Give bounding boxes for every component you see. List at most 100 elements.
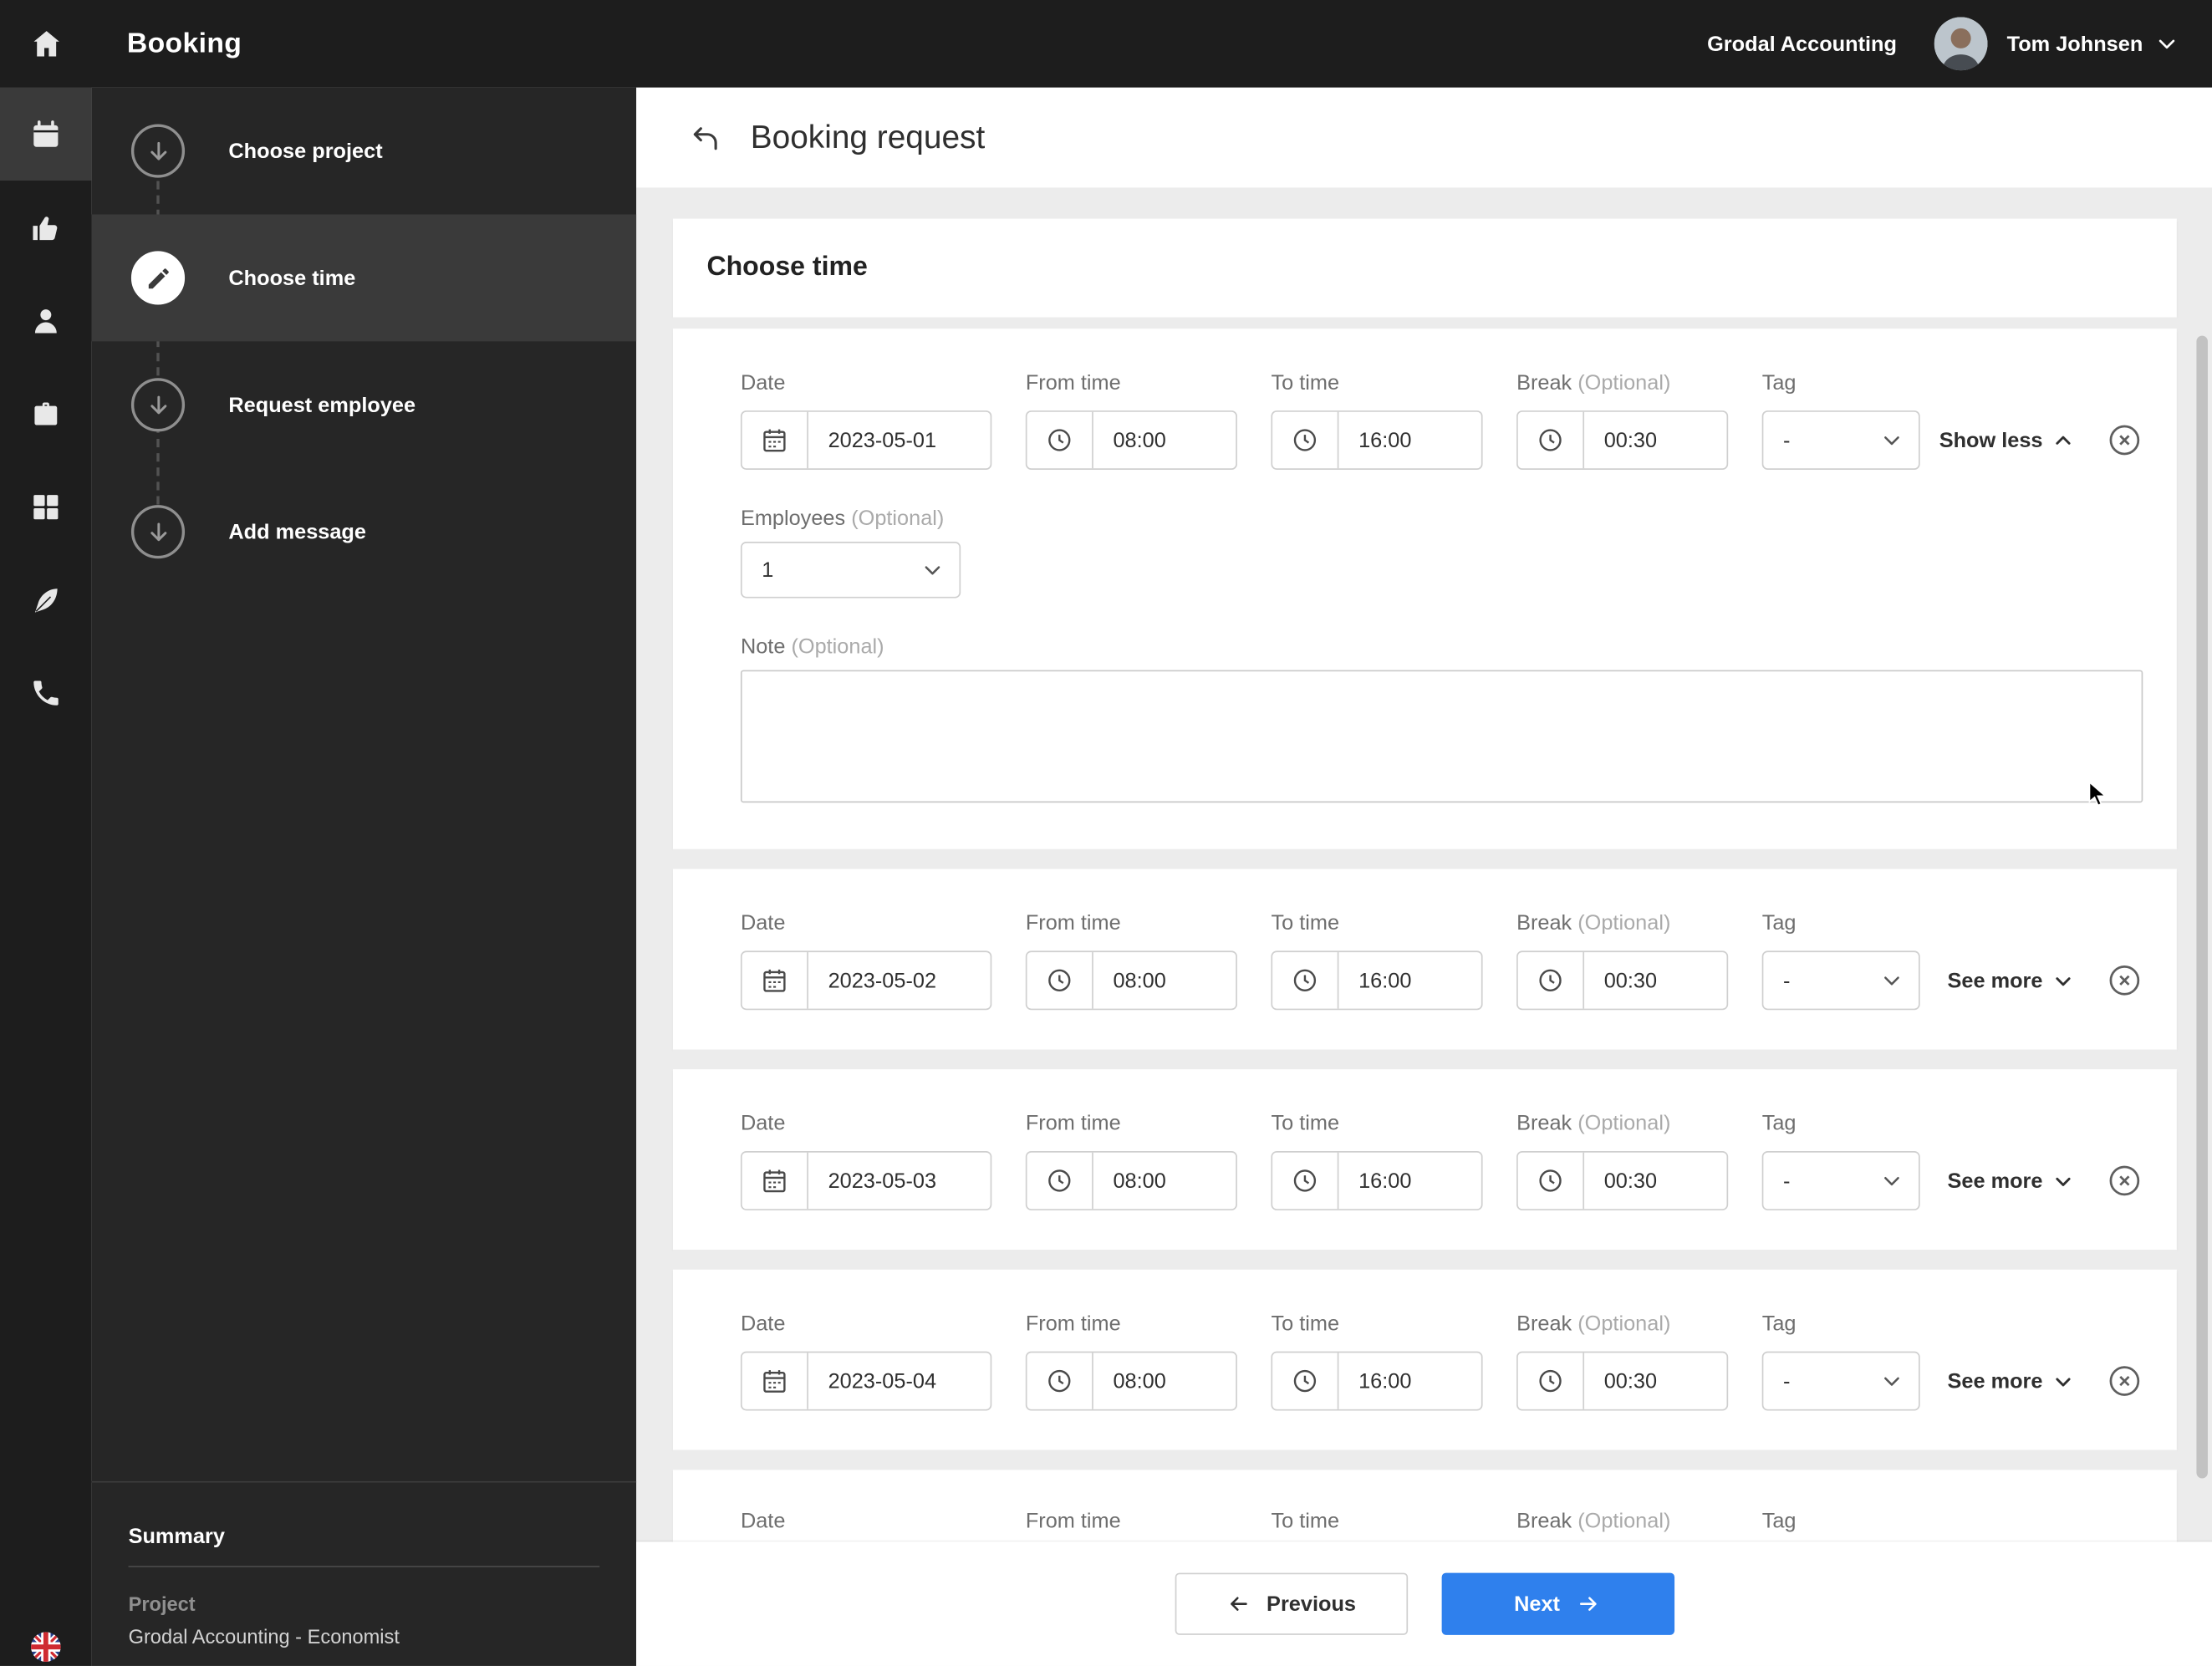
- to-time-value: 16:00: [1358, 428, 1412, 452]
- from-time-input[interactable]: 08:00: [1025, 950, 1237, 1011]
- step-label: Request employee: [228, 392, 416, 417]
- language-button[interactable]: [0, 1631, 92, 1663]
- clock-icon: [1518, 952, 1585, 1009]
- remove-row-button[interactable]: [2106, 422, 2143, 459]
- step-request-employee[interactable]: Request employee: [92, 341, 636, 468]
- user-name[interactable]: Tom Johnsen: [2007, 32, 2143, 56]
- break-input[interactable]: 00:30: [1516, 1151, 1729, 1210]
- break-label: Break: [1516, 370, 1572, 395]
- phone-icon: [33, 680, 59, 705]
- chevron-down-icon: [2158, 39, 2175, 49]
- rail-item-projects[interactable]: [0, 367, 92, 460]
- company-name[interactable]: Grodal Accounting: [1707, 32, 1897, 56]
- see-more-toggle[interactable]: See more: [1948, 968, 2076, 992]
- from-time-label: From time: [1025, 1509, 1121, 1534]
- remove-row-button[interactable]: [2106, 962, 2143, 999]
- optional-label: (Optional): [791, 634, 884, 660]
- home-button[interactable]: [0, 0, 92, 88]
- chevron-down-icon: [1884, 976, 1899, 986]
- to-time-input[interactable]: 16:00: [1271, 410, 1483, 470]
- from-time-input[interactable]: 08:00: [1025, 1151, 1237, 1210]
- from-time-value: 08:00: [1113, 968, 1166, 993]
- chevron-down-icon: [925, 566, 940, 575]
- to-time-input[interactable]: 16:00: [1271, 950, 1483, 1011]
- to-time-input[interactable]: 16:00: [1271, 1351, 1483, 1411]
- rail-item-calendar[interactable]: [0, 87, 92, 181]
- clock-icon: [1272, 952, 1339, 1009]
- next-button[interactable]: Next: [1440, 1572, 1674, 1635]
- previous-button[interactable]: Previous: [1174, 1572, 1408, 1635]
- rail-item-phone[interactable]: [0, 646, 92, 739]
- chevron-down-icon: [2056, 976, 2071, 986]
- clock-icon: [1272, 1353, 1339, 1409]
- step-add-message[interactable]: Add message: [92, 468, 636, 595]
- tag-label: Tag: [1761, 1111, 1797, 1136]
- date-label: Date: [740, 911, 786, 935]
- from-time-label: From time: [1025, 1312, 1121, 1337]
- app-title: Booking: [126, 27, 242, 59]
- step-circle: [130, 124, 186, 178]
- summary-project-label: Project: [128, 1592, 196, 1616]
- date-label: Date: [740, 1312, 786, 1337]
- scrollbar-thumb[interactable]: [2196, 335, 2208, 1479]
- user-avatar[interactable]: [1933, 17, 1988, 71]
- date-value: 2023-05-01: [828, 428, 937, 452]
- rail-item-approvals[interactable]: [0, 181, 92, 273]
- to-time-input[interactable]: 16:00: [1271, 1151, 1483, 1210]
- booking-time-row: Date 2023-05-03 From time 08:00 To time …: [672, 1069, 2177, 1251]
- date-label: Date: [740, 370, 786, 395]
- step-choose-project[interactable]: Choose project: [92, 88, 636, 215]
- break-input[interactable]: 00:30: [1516, 1351, 1729, 1411]
- booking-app: Booking Grodal Accounting Tom Johnsen Ch…: [0, 0, 2212, 1666]
- remove-row-button[interactable]: [2106, 1163, 2143, 1200]
- break-input[interactable]: 00:30: [1516, 410, 1729, 470]
- tag-select[interactable]: -: [1761, 950, 1920, 1011]
- see-more-toggle[interactable]: See more: [1948, 1369, 2076, 1393]
- optional-label: (Optional): [1577, 1509, 1671, 1534]
- user-menu-button[interactable]: [2156, 33, 2179, 55]
- uk-flag-icon: [31, 1632, 61, 1662]
- to-time-label: To time: [1271, 1111, 1340, 1136]
- rail-item-employees[interactable]: [0, 273, 92, 366]
- step-choose-time[interactable]: Choose time: [91, 214, 637, 342]
- date-input[interactable]: 2023-05-01: [740, 410, 992, 470]
- thumbs-up-icon: [33, 216, 58, 240]
- clock-icon: [1027, 411, 1093, 469]
- calendar-icon: [742, 952, 808, 1009]
- clock-icon: [1518, 1353, 1585, 1409]
- rail-item-dashboard[interactable]: [0, 460, 92, 553]
- from-time-input[interactable]: 08:00: [1025, 410, 1237, 470]
- break-label: Break: [1516, 1509, 1572, 1534]
- date-input[interactable]: 2023-05-04: [740, 1351, 992, 1411]
- note-textarea[interactable]: [740, 670, 2143, 803]
- briefcase-icon: [34, 401, 58, 425]
- date-input[interactable]: 2023-05-02: [740, 950, 992, 1011]
- note-label: Note: [740, 634, 786, 660]
- step-label: Add message: [228, 519, 366, 544]
- tag-select[interactable]: -: [1761, 1351, 1920, 1411]
- see-more-toggle[interactable]: See more: [1948, 1169, 2076, 1193]
- remove-row-button[interactable]: [2106, 1363, 2143, 1399]
- page-header: Booking request: [636, 87, 2212, 188]
- break-input[interactable]: 00:30: [1516, 950, 1729, 1011]
- employees-select[interactable]: 1: [740, 542, 961, 599]
- tag-select[interactable]: -: [1761, 410, 1920, 470]
- break-value: 00:30: [1603, 968, 1658, 993]
- grid-icon: [33, 494, 59, 519]
- to-time-label: To time: [1271, 1312, 1340, 1337]
- date-input[interactable]: 2023-05-03: [740, 1151, 992, 1210]
- circle-x-icon: [2109, 1165, 2140, 1196]
- arrow-down-icon: [150, 522, 166, 541]
- circle-x-icon: [2109, 425, 2140, 456]
- booking-time-row: Date 2023-05-04 From time 08:00 To time …: [672, 1269, 2177, 1450]
- date-label: Date: [740, 1111, 786, 1136]
- rail-item-notes[interactable]: [0, 553, 92, 646]
- clock-icon: [1272, 1152, 1339, 1210]
- show-less-toggle[interactable]: Show less: [1939, 428, 2076, 452]
- tag-select[interactable]: -: [1761, 1151, 1920, 1210]
- back-button[interactable]: [687, 120, 724, 156]
- tag-label: Tag: [1761, 370, 1797, 395]
- from-time-input[interactable]: 08:00: [1025, 1351, 1237, 1411]
- clock-icon: [1518, 1152, 1585, 1210]
- from-time-label: From time: [1025, 1111, 1121, 1136]
